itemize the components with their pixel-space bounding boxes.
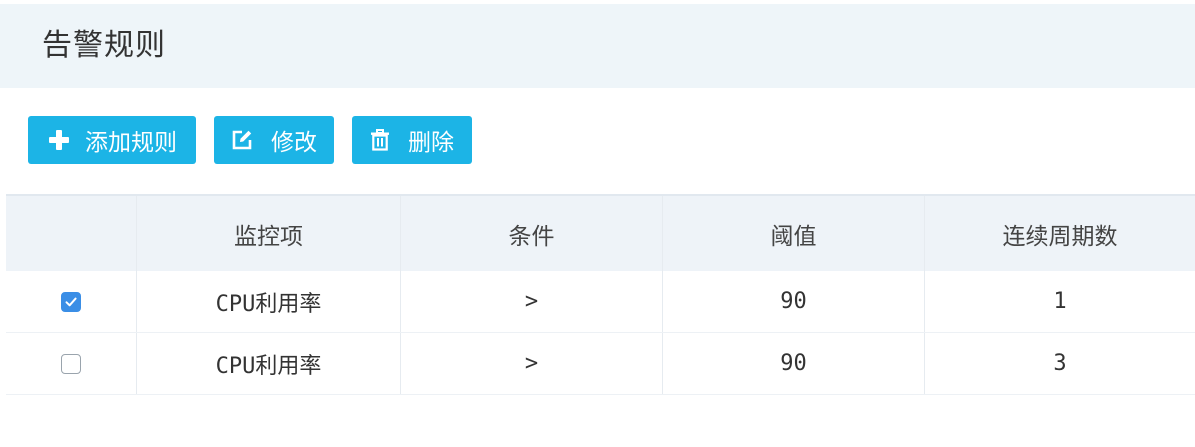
- condition-cell: >: [401, 271, 663, 332]
- periods-cell: 3: [1053, 351, 1067, 376]
- page-title: 告警规则: [42, 28, 166, 63]
- header-metric: 监控项: [137, 196, 401, 271]
- plus-icon: [48, 129, 70, 151]
- header-threshold: 阈值: [663, 196, 925, 271]
- condition-cell: >: [401, 333, 663, 394]
- header-condition: 条件: [401, 196, 663, 271]
- trash-icon: [370, 129, 390, 151]
- edit-button[interactable]: 修改: [214, 116, 334, 164]
- threshold-cell: 90: [663, 271, 925, 332]
- rules-table: 监控项 条件 阈值 连续周期数 CPU利用率 > 90 1 CPU利用率 > 9…: [6, 194, 1195, 395]
- add-rule-label: 添加规则: [85, 130, 177, 156]
- table-header-row: 监控项 条件 阈值 连续周期数: [6, 194, 1195, 271]
- page-header: 告警规则: [0, 4, 1195, 88]
- delete-label: 删除: [408, 130, 454, 156]
- table-row[interactable]: CPU利用率 > 90 1: [6, 271, 1195, 333]
- row-checkbox-checked[interactable]: [61, 291, 81, 312]
- table-row[interactable]: CPU利用率 > 90 3: [6, 333, 1195, 395]
- row-checkbox-unchecked[interactable]: [61, 353, 81, 374]
- header-select-cell: [6, 196, 137, 271]
- check-icon: [65, 297, 77, 306]
- metric-cell: CPU利用率: [137, 333, 401, 394]
- threshold-cell: 90: [663, 333, 925, 394]
- metric-cell: CPU利用率: [137, 271, 401, 332]
- row-select-cell: [6, 271, 137, 332]
- edit-label: 修改: [271, 130, 317, 156]
- periods-cell: 1: [1053, 289, 1067, 314]
- edit-icon: [231, 129, 253, 151]
- delete-button[interactable]: 删除: [352, 116, 472, 164]
- row-select-cell: [6, 333, 137, 394]
- header-periods: 连续周期数: [1002, 223, 1118, 250]
- add-rule-button[interactable]: 添加规则: [28, 116, 196, 164]
